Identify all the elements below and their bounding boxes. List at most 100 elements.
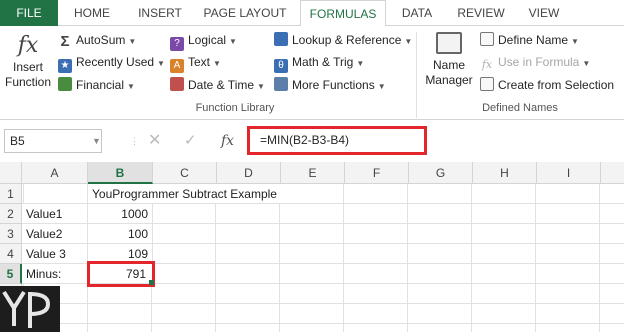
text-button[interactable]: A Text ▼ (170, 52, 221, 73)
date-time-button[interactable]: Date & Time ▼ (170, 75, 265, 95)
insert-function-button[interactable]: fx Insert Function (2, 32, 54, 90)
financial-book-icon (58, 77, 72, 91)
more-functions-book-icon (274, 77, 288, 91)
tab-page-layout[interactable]: PAGE LAYOUT (196, 0, 294, 26)
name-manager-button[interactable]: Name Manager (422, 30, 476, 88)
cell-a2[interactable]: Value1 (22, 204, 88, 224)
tab-insert[interactable]: INSERT (126, 0, 194, 26)
chevron-down-icon: ▼ (582, 59, 591, 68)
tab-review[interactable]: REVIEW (448, 0, 514, 26)
chevron-down-icon: ▼ (213, 59, 221, 68)
row-header-5[interactable]: 5 (0, 264, 22, 284)
cell-b2[interactable]: 1000 (88, 204, 153, 224)
selected-cell-highlight (87, 261, 155, 287)
sigma-icon: Σ (60, 33, 70, 50)
cell-a1[interactable] (22, 184, 88, 204)
math-book-icon: θ (274, 59, 288, 73)
use-in-formula-label: Use in Formula (498, 55, 580, 69)
select-all-corner[interactable] (0, 162, 22, 184)
chevron-down-icon: ▼ (127, 82, 135, 91)
math-trig-label: Math & Trig (292, 55, 354, 69)
formula-bar: B5 ▼ ⋮ ✕ ✓ fx =MIN(B2-B3-B4) (0, 126, 624, 158)
insert-function-icon[interactable]: fx (221, 129, 234, 153)
tab-formulas[interactable]: FORMULAS (300, 0, 386, 27)
column-header-i[interactable]: I (537, 162, 601, 184)
name-manager-label-1: Name (432, 58, 465, 72)
column-header-e[interactable]: E (281, 162, 345, 184)
cancel-icon[interactable]: ✕ (148, 129, 161, 153)
chevron-down-icon: ▼ (356, 59, 365, 68)
insert-function-label-1: Insert (12, 60, 43, 74)
name-box[interactable]: B5 (4, 129, 102, 153)
chevron-down-icon: ▼ (128, 37, 137, 46)
date-time-book-icon (170, 77, 184, 91)
logical-label: Logical (188, 33, 227, 47)
worksheet-grid: A B C D E F G H I 1 2 3 4 5 YouProgramme… (0, 162, 624, 332)
name-manager-icon (436, 32, 462, 54)
logical-button[interactable]: ? Logical ▼ (170, 30, 237, 51)
column-header-g[interactable]: G (409, 162, 473, 184)
recently-used-label: Recently Used (76, 55, 155, 69)
create-from-selection-label: Create from Selection (498, 78, 615, 92)
defined-names-group-label: Defined Names (482, 102, 558, 114)
autosum-button[interactable]: Σ AutoSum ▼ (58, 30, 136, 50)
chevron-down-icon: ▼ (157, 59, 165, 68)
autosum-label: AutoSum (76, 33, 126, 47)
tab-data[interactable]: DATA (390, 0, 444, 26)
row-header-1[interactable]: 1 (0, 184, 22, 204)
star-book-icon: ★ (58, 59, 72, 73)
lookup-book-icon (274, 32, 288, 46)
use-in-formula-button[interactable]: fx Use in Formula ▼ (480, 52, 590, 72)
formula-input[interactable]: =MIN(B2-B3-B4) (247, 126, 427, 155)
create-from-selection-icon (480, 77, 494, 91)
column-header-b[interactable]: B (88, 162, 153, 184)
math-trig-button[interactable]: θ Math & Trig ▼ (274, 52, 365, 73)
lookup-reference-button[interactable]: Lookup & Reference ▼ (274, 30, 412, 50)
tab-home[interactable]: HOME (64, 0, 120, 26)
chevron-down-icon: ▼ (377, 82, 386, 91)
formula-bar-grip-icon: ⋮ (130, 136, 139, 146)
define-name-label: Define Name (498, 33, 569, 47)
row-header-2[interactable]: 2 (0, 204, 22, 224)
group-divider (416, 32, 417, 118)
tab-view[interactable]: VIEW (518, 0, 570, 26)
more-functions-label: More Functions (292, 78, 375, 92)
financial-button[interactable]: Financial ▼ (58, 75, 135, 95)
use-in-formula-icon: fx (481, 58, 493, 71)
row-header-3[interactable]: 3 (0, 224, 22, 244)
text-label: Text (188, 55, 211, 69)
cell-b3[interactable]: 100 (88, 224, 153, 244)
define-name-button[interactable]: Define Name ▼ (480, 30, 579, 50)
cell-b1[interactable]: YouProgrammer Subtract Example (88, 184, 338, 204)
column-header-j[interactable] (601, 162, 624, 184)
chevron-down-icon: ▼ (404, 37, 413, 46)
name-manager-label-2: Manager (425, 73, 473, 87)
ribbon-tabs: FILE HOME INSERT PAGE LAYOUT FORMULAS DA… (0, 0, 624, 27)
column-header-h[interactable]: H (473, 162, 537, 184)
function-library-group-label: Function Library (195, 102, 275, 114)
row-header-4[interactable]: 4 (0, 244, 22, 264)
yp-logo-icon (2, 290, 51, 328)
logical-book-icon: ? (170, 37, 184, 51)
fx-icon: fx (17, 33, 39, 58)
cell-a5[interactable]: Minus: (22, 264, 88, 284)
name-box-dropdown-icon[interactable]: ▼ (92, 129, 101, 153)
lookup-reference-label: Lookup & Reference (292, 33, 402, 47)
chevron-down-icon: ▼ (257, 82, 265, 91)
fill-handle[interactable] (149, 280, 154, 285)
column-header-c[interactable]: C (153, 162, 217, 184)
more-functions-button[interactable]: More Functions ▼ (274, 75, 386, 95)
column-header-a[interactable]: A (22, 162, 88, 184)
create-from-selection-button[interactable]: Create from Selection (480, 75, 614, 95)
youprogrammer-logo (0, 286, 60, 332)
tab-file[interactable]: FILE (0, 0, 58, 26)
date-time-label: Date & Time (188, 78, 255, 92)
cell-a4[interactable]: Value 3 (22, 244, 88, 264)
column-header-f[interactable]: F (345, 162, 409, 184)
chevron-down-icon: ▼ (571, 37, 579, 46)
column-header-d[interactable]: D (217, 162, 281, 184)
cell-a3[interactable]: Value2 (22, 224, 88, 244)
enter-icon[interactable]: ✓ (184, 129, 197, 153)
financial-label: Financial (76, 78, 125, 92)
recently-used-button[interactable]: ★ Recently Used ▼ (58, 52, 165, 73)
